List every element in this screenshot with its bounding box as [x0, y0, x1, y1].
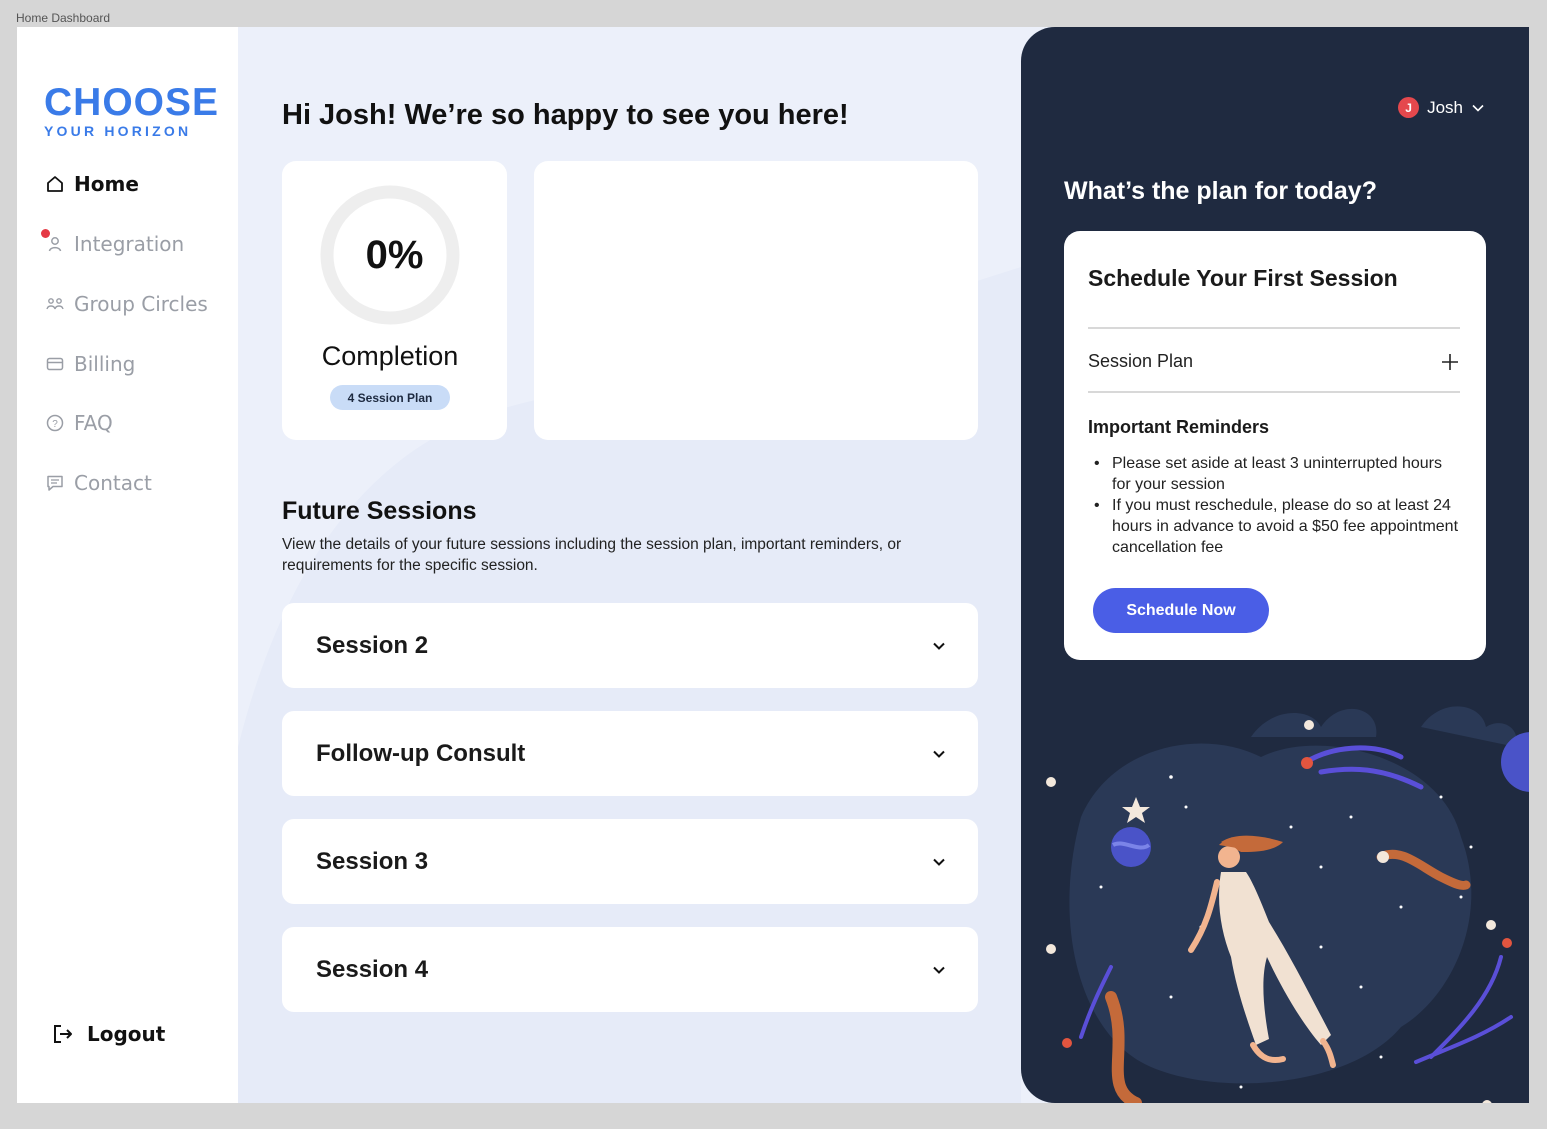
chevron-down-icon: [933, 642, 945, 650]
logout-button[interactable]: Logout: [51, 1022, 165, 1046]
dashboard-frame: CHOOSE YOUR HORIZON Home Integration Gro…: [17, 27, 1529, 1103]
user-name: Josh: [1427, 97, 1463, 117]
logo-sub-text: YOUR HORIZON: [44, 123, 192, 139]
session-plan-badge: 4 Session Plan: [330, 385, 450, 410]
schedule-card: Schedule Your First Session Session Plan…: [1064, 231, 1486, 660]
session-accordion-item[interactable]: Session 2: [282, 603, 978, 688]
future-sessions-title: Future Sessions: [282, 497, 477, 525]
sidebar-item-billing[interactable]: Billing: [45, 349, 135, 379]
chevron-down-icon: [933, 750, 945, 758]
sidebar-item-contact[interactable]: Contact: [45, 468, 152, 498]
chevron-down-icon: [933, 858, 945, 866]
future-sessions-description: View the details of your future sessions…: [282, 536, 902, 574]
plan-question: What’s the plan for today?: [1064, 177, 1377, 205]
session-accordion-item[interactable]: Follow-up Consult: [282, 711, 978, 796]
user-menu[interactable]: J Josh: [1398, 97, 1485, 118]
reminders-list: Please set aside at least 3 uninterrupte…: [1094, 453, 1462, 558]
completion-card: 0% Completion 4 Session Plan: [282, 161, 507, 440]
right-panel: J Josh What’s the plan for today? Schedu…: [1021, 27, 1529, 1103]
reminder-item: If you must reschedule, please do so at …: [1094, 495, 1462, 558]
schedule-now-button[interactable]: Schedule Now: [1093, 588, 1269, 633]
completion-percent: 0%: [365, 233, 424, 277]
sidebar-item-faq[interactable]: ? FAQ: [45, 408, 113, 438]
divider: [1088, 391, 1460, 393]
logout-label: Logout: [87, 1022, 166, 1046]
svg-text:?: ?: [52, 419, 58, 430]
session-label: Follow-up Consult: [316, 739, 526, 767]
session-plan-label: Session Plan: [1088, 351, 1194, 371]
sidebar-item-label: Integration: [74, 232, 185, 256]
plus-icon: [1442, 353, 1458, 370]
group-icon: [45, 294, 65, 314]
completion-label: Completion: [321, 341, 459, 371]
reminders-title: Important Reminders: [1088, 417, 1270, 437]
sidebar: CHOOSE YOUR HORIZON Home Integration Gro…: [17, 27, 238, 1103]
reminder-item: Please set aside at least 3 uninterrupte…: [1094, 453, 1462, 495]
logout-icon: [51, 1022, 75, 1046]
session-label: Session 2: [316, 631, 429, 659]
main-content: Hi Josh! We’re so happy to see you here!…: [238, 27, 1021, 1103]
home-icon: [45, 174, 65, 194]
avatar: J: [1398, 97, 1420, 118]
divider: [1088, 327, 1460, 329]
sidebar-item-integration[interactable]: Integration: [41, 229, 185, 259]
frame-label: Home Dashboard: [16, 11, 111, 25]
chevron-down-icon: [933, 966, 945, 974]
question-icon: ?: [45, 413, 65, 433]
session-accordion-item[interactable]: Session 3: [282, 819, 978, 904]
sidebar-item-label: Billing: [74, 352, 136, 376]
session-accordion-item[interactable]: Session 4: [282, 927, 978, 1012]
session-plan-row[interactable]: Session Plan: [1088, 351, 1460, 372]
logo-main-text: CHOOSE: [44, 81, 220, 124]
logo[interactable]: CHOOSE YOUR HORIZON: [44, 81, 220, 139]
sidebar-item-home[interactable]: Home: [45, 169, 139, 199]
sidebar-item-label: Group Circles: [74, 292, 208, 316]
sidebar-item-label: FAQ: [74, 411, 113, 435]
session-label: Session 3: [316, 847, 429, 875]
blank-card: [534, 161, 978, 440]
chat-icon: [45, 473, 65, 493]
page-title: Hi Josh! We’re so happy to see you here!: [282, 99, 849, 131]
schedule-card-title: Schedule Your First Session: [1088, 265, 1398, 291]
sidebar-item-group-circles[interactable]: Group Circles: [45, 289, 208, 319]
chevron-down-icon: [1472, 104, 1484, 112]
session-label: Session 4: [316, 955, 429, 983]
user-icon: [41, 229, 65, 254]
space-illustration: [1046, 706, 1529, 1103]
credit-card-icon: [45, 354, 65, 374]
notification-dot: [41, 229, 50, 238]
sidebar-item-label: Contact: [74, 471, 152, 495]
sidebar-item-label: Home: [74, 172, 139, 196]
